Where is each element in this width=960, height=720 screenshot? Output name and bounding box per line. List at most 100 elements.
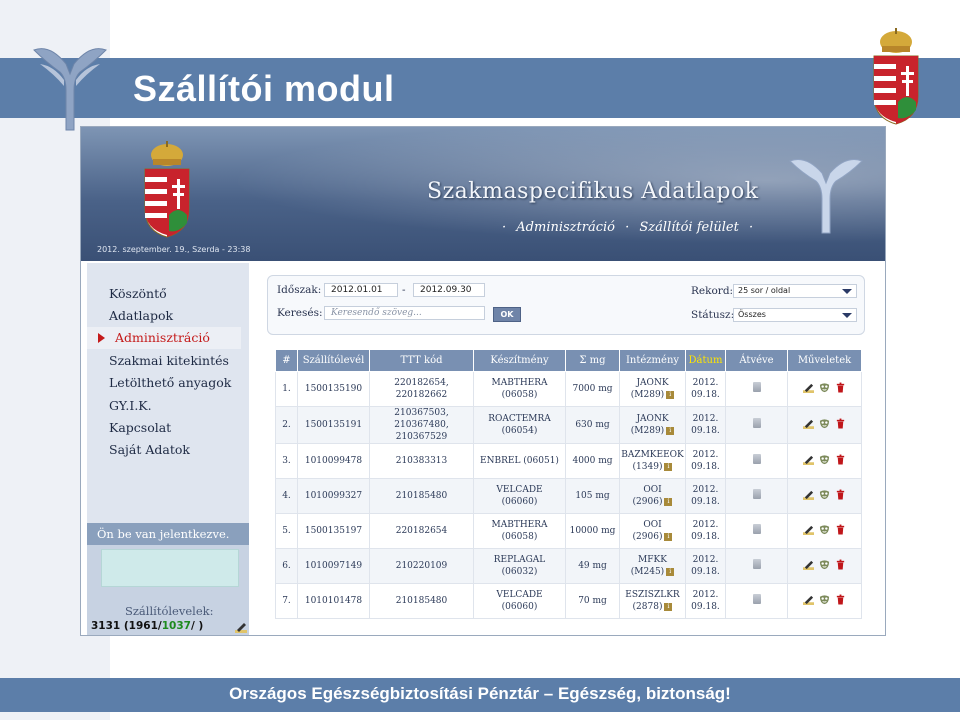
cell-date-line: 09.18.	[691, 602, 720, 612]
info-icon[interactable]: i	[666, 390, 675, 399]
sidebar-item-sajat-adatok[interactable]: Saját Adatok	[81, 439, 243, 461]
trash-icon[interactable]	[835, 524, 846, 535]
cell-received	[725, 548, 788, 584]
table-row[interactable]: 2. 1500135191 210367503, 210367480, 21036752…	[275, 406, 862, 444]
trash-icon[interactable]	[835, 382, 846, 393]
institution-code: (2906)	[632, 532, 663, 542]
nav-link-supplier[interactable]: Szállítói felület	[639, 220, 738, 235]
sidebar-item-label: Adminisztráció	[115, 330, 210, 345]
cell-waybill: 1010101478	[297, 583, 370, 619]
document-icon[interactable]	[752, 594, 761, 604]
table-row[interactable]: 3. 1010099478 210383313 ENBREL (06051) 4000 …	[275, 443, 862, 479]
trash-icon[interactable]	[835, 418, 846, 429]
period-from-input[interactable]: 2012.01.01	[324, 283, 398, 297]
status-select[interactable]: Összes	[733, 308, 857, 322]
table-row[interactable]: 1. 1500135190 220182654, 220182662 MABTHERA (…	[275, 371, 862, 407]
cell-waybill: 1010097149	[297, 548, 370, 584]
period-to-input[interactable]: 2012.09.30	[413, 283, 485, 297]
cell-waybill-line: 1010099478	[304, 456, 363, 466]
sidebar-item-koszonto[interactable]: Köszöntő	[81, 283, 243, 305]
col-header-product[interactable]: Készítmény	[473, 349, 566, 372]
record-select-value: 25 sor / oldal	[738, 286, 791, 295]
pencil-icon[interactable]	[803, 454, 814, 465]
document-icon[interactable]	[752, 489, 761, 499]
document-icon[interactable]	[752, 559, 761, 569]
cell-date-line: 2012.	[692, 450, 719, 460]
info-icon[interactable]: i	[666, 426, 675, 435]
document-icon[interactable]	[752, 382, 761, 392]
mask-icon[interactable]	[819, 418, 830, 429]
sidebar-item-letoltheto[interactable]: Letölthető anyagok	[81, 372, 243, 394]
mask-icon[interactable]	[819, 559, 830, 570]
cell-product-line: (06032)	[501, 567, 538, 577]
info-icon[interactable]: i	[664, 462, 673, 471]
trash-icon[interactable]	[835, 454, 846, 465]
trash-icon[interactable]	[835, 559, 846, 570]
cell-date: 2012. 09.18.	[685, 371, 726, 407]
col-header-institution[interactable]: Intézmény	[619, 349, 686, 372]
cell-waybill-line: 1500135190	[304, 384, 363, 394]
trash-icon[interactable]	[835, 489, 846, 500]
row-ops	[803, 382, 846, 393]
mask-icon[interactable]	[819, 594, 830, 605]
nav-link-admin[interactable]: Adminisztráció	[516, 220, 615, 235]
col-header-waybill[interactable]: Szállítólevél	[297, 349, 370, 372]
sidebar-item-gyik[interactable]: GY.I.K.	[81, 395, 243, 417]
row-ops	[803, 559, 846, 570]
info-icon[interactable]: i	[666, 567, 675, 576]
col-header-mg[interactable]: Σ mg	[565, 349, 620, 372]
pencil-icon[interactable]	[803, 418, 814, 429]
waybills-green: 1037	[161, 620, 191, 632]
col-header-received[interactable]: Átvéve	[725, 349, 788, 372]
table-row[interactable]: 5. 1500135197 220182654 MABTHERA (06058) 1000…	[275, 513, 862, 549]
col-header-ttt[interactable]: TTT kód	[369, 349, 474, 372]
pencil-icon[interactable]	[235, 621, 247, 633]
cell-ops	[787, 443, 862, 479]
col-header-date[interactable]: Dátum	[685, 349, 726, 372]
trash-icon[interactable]	[835, 594, 846, 605]
cell-institution-line: JAONK	[636, 378, 669, 388]
mask-icon[interactable]	[819, 489, 830, 500]
col-header-ops: Műveletek	[787, 349, 862, 372]
table-row[interactable]: 7. 1010101478 210185480 VELCADE (06060) 70 mg…	[275, 583, 862, 619]
cell-date: 2012. 09.18.	[685, 443, 726, 479]
pencil-icon[interactable]	[803, 489, 814, 500]
cell-date-line: 2012.	[692, 414, 719, 424]
mask-icon[interactable]	[819, 382, 830, 393]
document-icon[interactable]	[752, 454, 761, 464]
cell-ops	[787, 371, 862, 407]
search-input[interactable]: Keresendő szöveg...	[324, 306, 485, 320]
document-icon[interactable]	[752, 524, 761, 534]
sidebar-item-adatlapok[interactable]: Adatlapok	[81, 305, 243, 327]
sidebar-item-adminisztracio[interactable]: Adminisztráció	[87, 327, 241, 349]
col-header-num[interactable]: #	[275, 349, 298, 372]
pencil-icon[interactable]	[803, 382, 814, 393]
cell-date: 2012. 09.18.	[685, 513, 726, 549]
sidebar-item-szakmai-kitekintes[interactable]: Szakmai kitekintés	[81, 350, 243, 372]
info-icon[interactable]: i	[664, 532, 673, 541]
document-icon[interactable]	[752, 418, 761, 428]
pencil-icon[interactable]	[803, 594, 814, 605]
table-row[interactable]: 4. 1010099327 210185480 VELCADE (06060) 105 m…	[275, 478, 862, 514]
info-icon[interactable]: i	[664, 497, 673, 506]
period-dash: -	[402, 284, 406, 296]
mask-icon[interactable]	[819, 524, 830, 535]
cell-product-line: VELCADE	[496, 485, 543, 495]
cell-num-line: 4.	[282, 491, 291, 501]
slide-title: Szállítói modul	[133, 68, 395, 109]
ok-button[interactable]: OK	[493, 307, 521, 322]
record-select[interactable]: 25 sor / oldal	[733, 284, 857, 298]
cell-num-line: 5.	[282, 526, 291, 536]
table-row[interactable]: 6. 1010097149 210220109 REPLAGAL (06032) 49 m…	[275, 548, 862, 584]
pencil-icon[interactable]	[803, 524, 814, 535]
cell-institution: JAONK (M289) i	[619, 406, 686, 444]
cell-mg-line: 630 mg	[575, 420, 610, 430]
pencil-icon[interactable]	[803, 559, 814, 570]
row-ops	[803, 524, 846, 535]
cell-product-line: (06054)	[501, 426, 538, 436]
info-icon[interactable]: i	[664, 602, 673, 611]
mask-icon[interactable]	[819, 454, 830, 465]
footer-text: Országos Egészségbiztosítási Pénztár – E…	[229, 684, 731, 703]
sidebar-item-kapcsolat[interactable]: Kapcsolat	[81, 417, 243, 439]
cell-waybill-line: 1500135197	[304, 526, 363, 536]
